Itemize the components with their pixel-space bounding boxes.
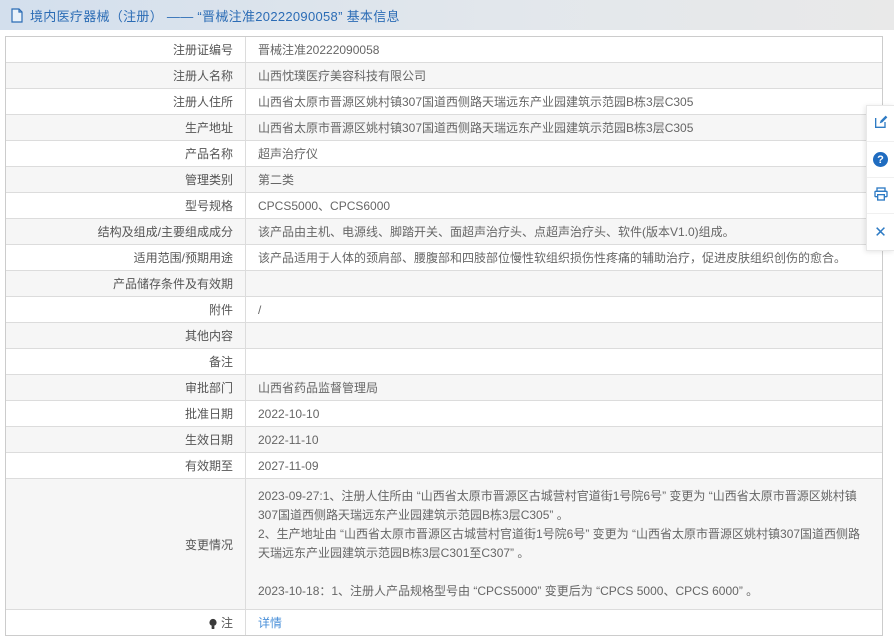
- note-bulb-icon: [208, 618, 218, 630]
- row-value: 2022-10-10: [246, 401, 882, 426]
- table-row: 产品名称 超声治疗仪: [6, 141, 882, 167]
- row-value: 山西省太原市晋源区姚村镇307国道西侧路天瑞远东产业园建筑示范园B栋3层C305: [246, 89, 882, 114]
- table-row: 审批部门 山西省药品监督管理局: [6, 375, 882, 401]
- table-row: 生产地址 山西省太原市晋源区姚村镇307国道西侧路天瑞远东产业园建筑示范园B栋3…: [6, 115, 882, 141]
- row-value: [246, 323, 882, 348]
- detail-link[interactable]: 详情: [258, 614, 282, 631]
- row-value: [246, 271, 882, 296]
- print-icon: [873, 186, 889, 205]
- row-label: 备注: [6, 349, 246, 374]
- change-history-text: 2023-09-27:1、注册人住所由 “山西省太原市晋源区古城营村官道街1号院…: [246, 479, 882, 609]
- change-line: 2023-10-18：1、注册人产品规格型号由 “CPCS5000” 变更后为 …: [258, 582, 872, 601]
- close-button[interactable]: ✕: [867, 214, 894, 250]
- table-row: 适用范围/预期用途 该产品适用于人体的颈肩部、腰腹部和四肢部位慢性软组织损伤性疼…: [6, 245, 882, 271]
- change-line: 2、生产地址由 “山西省太原市晋源区古城营村官道街1号院6号” 变更为 “山西省…: [258, 525, 872, 563]
- help-button[interactable]: ?: [867, 142, 894, 178]
- change-line: [258, 563, 872, 582]
- table-row: 批准日期 2022-10-10: [6, 401, 882, 427]
- floating-toolbar: ? ✕: [866, 105, 894, 251]
- print-button[interactable]: [867, 178, 894, 214]
- row-value: 山西忱璞医疗美容科技有限公司: [246, 63, 882, 88]
- table-row: 型号规格 CPCS5000、CPCS6000: [6, 193, 882, 219]
- row-label: 变更情况: [6, 479, 246, 609]
- row-label: 有效期至: [6, 453, 246, 478]
- row-value: 山西省药品监督管理局: [246, 375, 882, 400]
- change-history-row: 变更情况 2023-09-27:1、注册人住所由 “山西省太原市晋源区古城营村官…: [6, 479, 882, 610]
- page-header: 境内医疗器械（注册） —— “晋械注准20222090058” 基本信息: [0, 0, 894, 30]
- row-label: 适用范围/预期用途: [6, 245, 246, 270]
- table-row: 产品储存条件及有效期: [6, 271, 882, 297]
- close-icon: ✕: [874, 225, 887, 240]
- edit-icon: [873, 114, 889, 133]
- table-row: 管理类别 第二类: [6, 167, 882, 193]
- edit-button[interactable]: [867, 106, 894, 142]
- row-value: [246, 349, 882, 374]
- row-label: 注册人名称: [6, 63, 246, 88]
- row-value: 山西省太原市晋源区姚村镇307国道西侧路天瑞远东产业园建筑示范园B栋3层C305: [246, 115, 882, 140]
- row-value: 该产品适用于人体的颈肩部、腰腹部和四肢部位慢性软组织损伤性疼痛的辅助治疗，促进皮…: [246, 245, 882, 270]
- table-row: 附件 /: [6, 297, 882, 323]
- row-label: 批准日期: [6, 401, 246, 426]
- row-label: 产品储存条件及有效期: [6, 271, 246, 296]
- note-label: 注: [221, 614, 233, 631]
- table-row: 生效日期 2022-11-10: [6, 427, 882, 453]
- row-value: 2027-11-09: [246, 453, 882, 478]
- row-label: 附件: [6, 297, 246, 322]
- row-value: CPCS5000、CPCS6000: [246, 193, 882, 218]
- row-label: 产品名称: [6, 141, 246, 166]
- registration-info-table: 注册证编号 晋械注准20222090058 注册人名称 山西忱璞医疗美容科技有限…: [5, 36, 883, 636]
- table-row: 有效期至 2027-11-09: [6, 453, 882, 479]
- table-row: 注册人住所 山西省太原市晋源区姚村镇307国道西侧路天瑞远东产业园建筑示范园B栋…: [6, 89, 882, 115]
- table-row: 注册证编号 晋械注准20222090058: [6, 37, 882, 63]
- row-label: 注册证编号: [6, 37, 246, 62]
- row-label: 其他内容: [6, 323, 246, 348]
- row-value: 超声治疗仪: [246, 141, 882, 166]
- table-row: 结构及组成/主要组成成分 该产品由主机、电源线、脚踏开关、面超声治疗头、点超声治…: [6, 219, 882, 245]
- row-label: 审批部门: [6, 375, 246, 400]
- row-label: 管理类别: [6, 167, 246, 192]
- document-icon: [10, 8, 24, 23]
- table-row: 注册人名称 山西忱璞医疗美容科技有限公司: [6, 63, 882, 89]
- page-title: 境内医疗器械（注册） —— “晋械注准20222090058” 基本信息: [30, 6, 400, 25]
- row-value: /: [246, 297, 882, 322]
- row-label: 生产地址: [6, 115, 246, 140]
- row-value: 2022-11-10: [246, 427, 882, 452]
- row-value: 晋械注准20222090058: [246, 37, 882, 62]
- row-label: 生效日期: [6, 427, 246, 452]
- change-line: 2023-09-27:1、注册人住所由 “山西省太原市晋源区古城营村官道街1号院…: [258, 487, 872, 525]
- row-value: 第二类: [246, 167, 882, 192]
- help-icon: ?: [873, 152, 888, 167]
- table-row: 其他内容: [6, 323, 882, 349]
- row-value: 该产品由主机、电源线、脚踏开关、面超声治疗头、点超声治疗头、软件(版本V1.0)…: [246, 219, 882, 244]
- row-label: 注册人住所: [6, 89, 246, 114]
- row-label: 型号规格: [6, 193, 246, 218]
- row-label: 结构及组成/主要组成成分: [6, 219, 246, 244]
- table-row: 备注: [6, 349, 882, 375]
